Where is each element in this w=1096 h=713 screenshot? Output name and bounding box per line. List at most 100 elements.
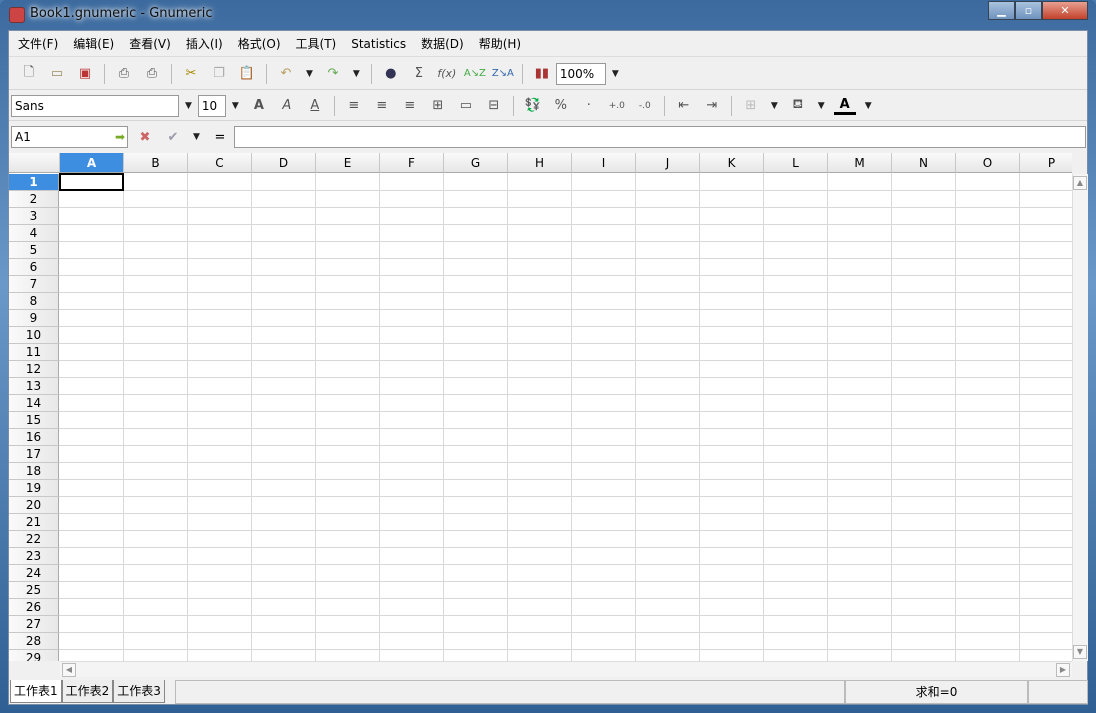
- menu-help[interactable]: 帮助(H): [479, 35, 521, 52]
- font-color-icon[interactable]: A: [833, 97, 856, 115]
- row-header-18[interactable]: 18: [9, 463, 59, 480]
- column-header-D[interactable]: D: [252, 153, 316, 173]
- close-button[interactable]: ✕: [1042, 1, 1088, 20]
- row-header-12[interactable]: 12: [9, 361, 59, 378]
- column-header-I[interactable]: I: [572, 153, 636, 173]
- open-folder-icon[interactable]: ▭: [46, 63, 68, 85]
- font-name-dropdown-icon[interactable]: ▼: [185, 101, 192, 111]
- formula-input[interactable]: [233, 126, 1086, 148]
- spreadsheet-grid[interactable]: A B C D E F G H I J K L M N O P 1 2 3 4 5 6 7 8 9 10 11 12 13 14 15 16 1…: [9, 153, 1072, 661]
- column-header-A[interactable]: A: [60, 153, 124, 173]
- center-across-icon[interactable]: ▭: [455, 95, 477, 117]
- row-header-2[interactable]: 2: [9, 191, 59, 208]
- print-preview-icon[interactable]: ⎙: [141, 63, 163, 85]
- row-header-11[interactable]: 11: [9, 344, 59, 361]
- sort-ascending-icon[interactable]: A↘Z: [464, 63, 486, 85]
- sheet-tab-1[interactable]: 工作表1: [10, 680, 62, 703]
- row-header-26[interactable]: 26: [9, 599, 59, 616]
- minimize-button[interactable]: ▁: [988, 1, 1015, 20]
- cancel-x-icon[interactable]: ✖: [134, 126, 156, 148]
- bold-icon[interactable]: A: [248, 95, 270, 117]
- fill-color-icon[interactable]: ⛾: [787, 95, 809, 117]
- cell-reference-field[interactable]: A1 ➡: [11, 126, 128, 148]
- column-header-E[interactable]: E: [316, 153, 380, 173]
- row-header-24[interactable]: 24: [9, 565, 59, 582]
- font-name-field[interactable]: Sans: [11, 94, 179, 117]
- column-header-L[interactable]: L: [764, 153, 828, 173]
- cut-icon[interactable]: ✂: [180, 63, 202, 85]
- menu-insert[interactable]: 插入(I): [186, 35, 223, 52]
- row-header-21[interactable]: 21: [9, 514, 59, 531]
- row-header-22[interactable]: 22: [9, 531, 59, 548]
- underline-icon[interactable]: A: [304, 95, 326, 117]
- select-all-corner[interactable]: [9, 153, 60, 173]
- scroll-down-icon[interactable]: ▼: [1073, 645, 1087, 659]
- row-header-29[interactable]: 29: [9, 650, 59, 661]
- sheet-tab-3[interactable]: 工作表3: [113, 680, 165, 703]
- redo-icon[interactable]: ↷: [322, 63, 344, 85]
- undo-dropdown-icon[interactable]: ▼: [306, 69, 313, 79]
- new-file-icon[interactable]: 🗋: [18, 63, 40, 85]
- row-header-23[interactable]: 23: [9, 548, 59, 565]
- column-header-K[interactable]: K: [700, 153, 764, 173]
- row-header-25[interactable]: 25: [9, 582, 59, 599]
- row-header-15[interactable]: 15: [9, 412, 59, 429]
- row-header-10[interactable]: 10: [9, 327, 59, 344]
- column-header-F[interactable]: F: [380, 153, 444, 173]
- row-header-13[interactable]: 13: [9, 378, 59, 395]
- horizontal-scrollbar[interactable]: ◀ ▶: [60, 661, 1072, 677]
- currency-icon[interactable]: 💱: [522, 95, 544, 117]
- row-header-20[interactable]: 20: [9, 497, 59, 514]
- unmerge-cells-icon[interactable]: ⊟: [483, 95, 505, 117]
- row-header-1[interactable]: 1: [9, 174, 59, 191]
- column-header-O[interactable]: O: [956, 153, 1020, 173]
- column-header-H[interactable]: H: [508, 153, 572, 173]
- accept-dropdown-icon[interactable]: ▼: [193, 132, 200, 142]
- paste-icon[interactable]: 📋: [236, 63, 258, 85]
- sort-descending-icon[interactable]: Z↘A: [492, 63, 514, 85]
- row-header-5[interactable]: 5: [9, 242, 59, 259]
- row-header-19[interactable]: 19: [9, 480, 59, 497]
- copy-icon[interactable]: ❐: [208, 63, 230, 85]
- resize-grip[interactable]: [1028, 680, 1088, 704]
- borders-dropdown-icon[interactable]: ▼: [771, 101, 778, 111]
- row-header-6[interactable]: 6: [9, 259, 59, 276]
- decrease-decimals-icon[interactable]: -.0: [634, 95, 656, 117]
- save-icon[interactable]: ▣: [74, 63, 96, 85]
- column-header-J[interactable]: J: [636, 153, 700, 173]
- equals-button[interactable]: =: [209, 126, 231, 148]
- column-header-M[interactable]: M: [828, 153, 892, 173]
- font-size-field[interactable]: 10: [197, 94, 226, 117]
- font-size-dropdown-icon[interactable]: ▼: [232, 101, 239, 111]
- merge-cells-icon[interactable]: ⊞: [427, 95, 449, 117]
- goto-arrow-icon[interactable]: ➡: [115, 130, 125, 144]
- column-header-N[interactable]: N: [892, 153, 956, 173]
- vertical-scrollbar[interactable]: ▲ ▼: [1072, 174, 1088, 661]
- row-header-17[interactable]: 17: [9, 446, 59, 463]
- column-header-G[interactable]: G: [444, 153, 508, 173]
- align-center-icon[interactable]: ≡: [371, 95, 393, 117]
- percent-icon[interactable]: %: [550, 95, 572, 117]
- column-header-P[interactable]: P: [1020, 153, 1072, 173]
- row-header-4[interactable]: 4: [9, 225, 59, 242]
- align-right-icon[interactable]: ≡: [399, 95, 421, 117]
- sheet-tab-2[interactable]: 工作表2: [61, 680, 114, 703]
- maximize-button[interactable]: ▫: [1015, 1, 1042, 20]
- print-icon[interactable]: ⎙: [113, 63, 135, 85]
- increase-decimals-icon[interactable]: +.0: [606, 95, 628, 117]
- row-header-7[interactable]: 7: [9, 276, 59, 293]
- row-header-16[interactable]: 16: [9, 429, 59, 446]
- row-header-9[interactable]: 9: [9, 310, 59, 327]
- menu-format[interactable]: 格式(O): [238, 35, 281, 52]
- decrease-indent-icon[interactable]: ⇤: [673, 95, 695, 117]
- thousands-separator-icon[interactable]: ·: [578, 95, 600, 117]
- menu-data[interactable]: 数据(D): [421, 35, 464, 52]
- fill-color-dropdown-icon[interactable]: ▼: [818, 101, 825, 111]
- menu-view[interactable]: 查看(V): [129, 35, 171, 52]
- zoom-dropdown-icon[interactable]: ▼: [612, 69, 619, 79]
- row-header-14[interactable]: 14: [9, 395, 59, 412]
- align-left-icon[interactable]: ≡: [343, 95, 365, 117]
- font-color-dropdown-icon[interactable]: ▼: [865, 101, 872, 111]
- column-header-C[interactable]: C: [188, 153, 252, 173]
- italic-icon[interactable]: A: [276, 95, 298, 117]
